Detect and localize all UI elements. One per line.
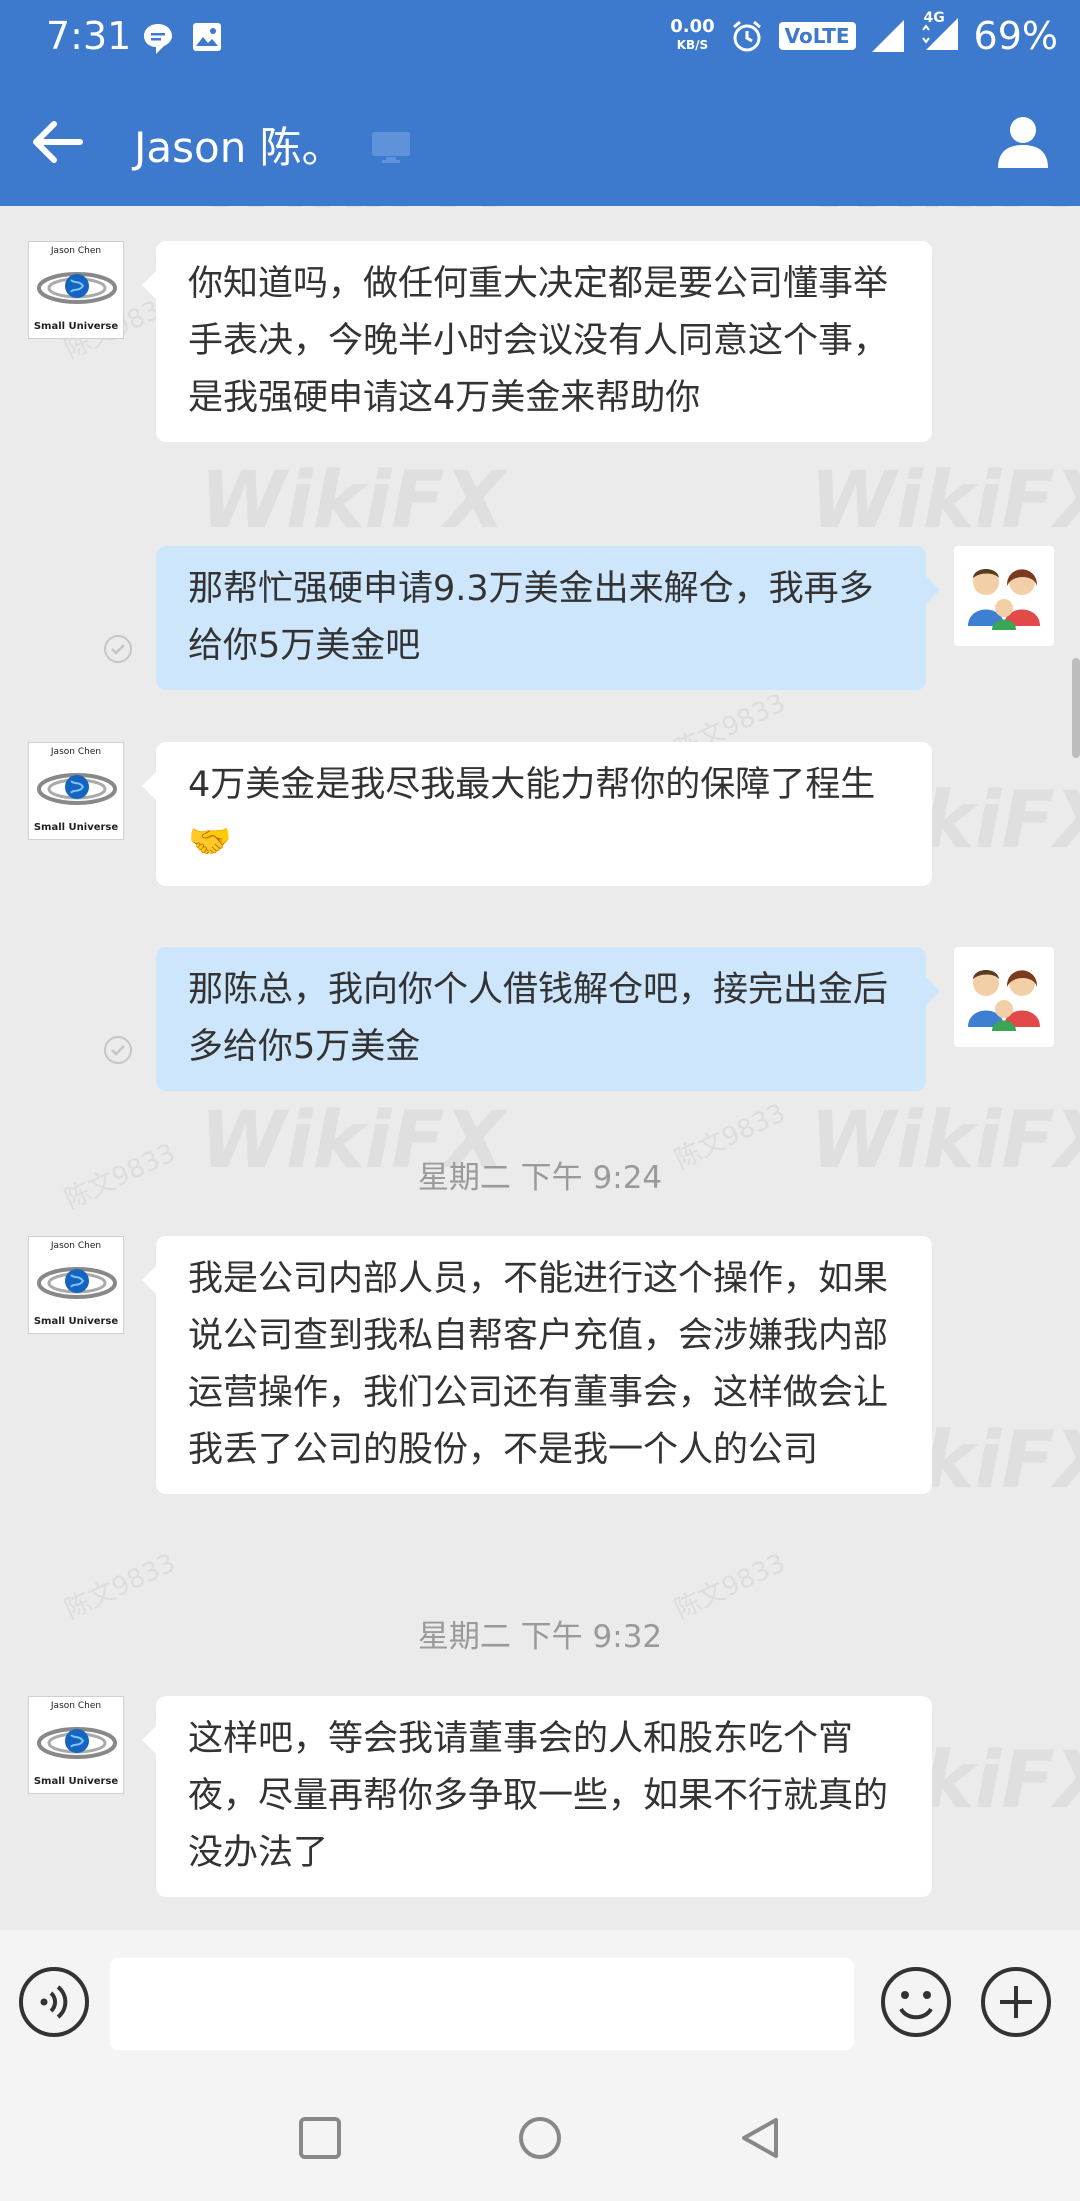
message-bubble-incoming[interactable]: 你知道吗，做任何重大决定都是要公司懂事举手表决，今晚半小时会议没有人同意这个事，…	[142, 241, 932, 442]
battery-level: 69%	[973, 14, 1058, 58]
message-bubble-incoming[interactable]: 4万美金是我尽我最大能力帮你的保障了程生🤝	[142, 742, 932, 886]
back-nav-icon[interactable]	[738, 2116, 782, 2160]
chat-title: Jason 陈。	[134, 123, 344, 172]
status-bar: 7:31 0.00 KB/S VoLTE 4G 69%	[0, 0, 1080, 80]
net-speed: 0.00 KB/S	[670, 18, 714, 54]
family-avatar-icon	[968, 970, 1040, 1031]
status-right-icons: 0.00 KB/S VoLTE 4G 69%	[670, 10, 1058, 58]
status-time: 7:31	[46, 14, 132, 58]
net-speed-unit: KB/S	[676, 38, 709, 52]
back-arrow-icon[interactable]	[30, 114, 86, 170]
chat-header: Jason 陈。	[0, 80, 1080, 206]
my-avatar[interactable]	[954, 947, 1054, 1047]
message-bubble-incoming[interactable]: 这样吧，等会我请董事会的人和股东吃个宵夜，尽量再帮你多争取一些，如果不行就真的没…	[142, 1696, 932, 1897]
watermark: WikiFX	[200, 206, 505, 226]
image-notification-icon	[193, 23, 221, 51]
message-bubble-incoming[interactable]: 我是公司内部人员，不能进行这个操作，如果说公司查到我私自帮客户充值，会涉嫌我内部…	[142, 1236, 932, 1494]
profile-icon[interactable]	[994, 112, 1052, 170]
avatar-name: Jason Chen	[50, 1701, 102, 1711]
net-speed-value: 0.00	[670, 16, 715, 37]
network-indicator: 4G	[920, 10, 960, 56]
desktop-online-icon	[372, 132, 410, 163]
home-icon[interactable]	[518, 2116, 562, 2160]
family-avatar-icon	[968, 569, 1040, 630]
signal-icon	[871, 20, 904, 52]
watermark: WikiFX	[810, 206, 1080, 226]
avatar-name: Jason Chen	[50, 747, 102, 757]
globe-logo-icon	[37, 773, 117, 805]
scrollbar-thumb[interactable]	[1072, 658, 1080, 758]
volte-badge: VoLTE	[778, 22, 856, 50]
watermark: WikiFX	[200, 456, 505, 546]
voice-input-icon[interactable]	[18, 1966, 90, 2038]
message-input[interactable]	[110, 1958, 854, 2050]
read-check-icon	[104, 635, 132, 663]
avatar-subtitle: Small Universe	[33, 1776, 119, 1787]
my-avatar[interactable]	[954, 546, 1054, 646]
avatar-subtitle: Small Universe	[33, 1316, 119, 1327]
alarm-icon	[732, 20, 761, 52]
read-check-icon	[104, 1036, 132, 1064]
globe-logo-icon	[37, 272, 117, 304]
avatar-subtitle: Small Universe	[33, 321, 119, 332]
plus-icon[interactable]	[980, 1966, 1052, 2038]
message-input-bar	[0, 1930, 1080, 2076]
network-type: 4G	[923, 10, 945, 26]
contact-avatar[interactable]: Jason Chen Small Universe	[28, 241, 124, 339]
globe-logo-icon	[37, 1267, 117, 1299]
avatar-name: Jason Chen	[50, 246, 102, 256]
avatar-name: Jason Chen	[50, 1241, 102, 1251]
chat-message-list[interactable]: WikiFX WikiFX WikiFX WikiFX WikiFX WikiF…	[0, 206, 1080, 1930]
contact-avatar[interactable]: Jason Chen Small Universe	[28, 742, 124, 840]
contact-avatar[interactable]: Jason Chen Small Universe	[28, 1236, 124, 1334]
notification-icons	[142, 22, 222, 56]
globe-logo-icon	[37, 1727, 117, 1759]
recents-icon[interactable]	[298, 2116, 342, 2160]
time-separator: 星期二 下午 9:32	[417, 1619, 663, 1655]
avatar-subtitle: Small Universe	[33, 822, 119, 833]
message-bubble-outgoing[interactable]: 那帮忙强硬申请9.3万美金出来解仓，我再多给你5万美金吧	[156, 546, 940, 690]
time-separator: 星期二 下午 9:24	[417, 1160, 663, 1196]
watermark: WikiFX	[810, 456, 1080, 546]
message-notification-icon	[144, 24, 172, 54]
system-nav-bar	[0, 2076, 1080, 2201]
message-bubble-outgoing[interactable]: 那陈总，我向你个人借钱解仓吧，接完出金后多给你5万美金	[156, 947, 940, 1091]
emoji-icon[interactable]	[880, 1966, 952, 2038]
contact-avatar[interactable]: Jason Chen Small Universe	[28, 1696, 124, 1794]
